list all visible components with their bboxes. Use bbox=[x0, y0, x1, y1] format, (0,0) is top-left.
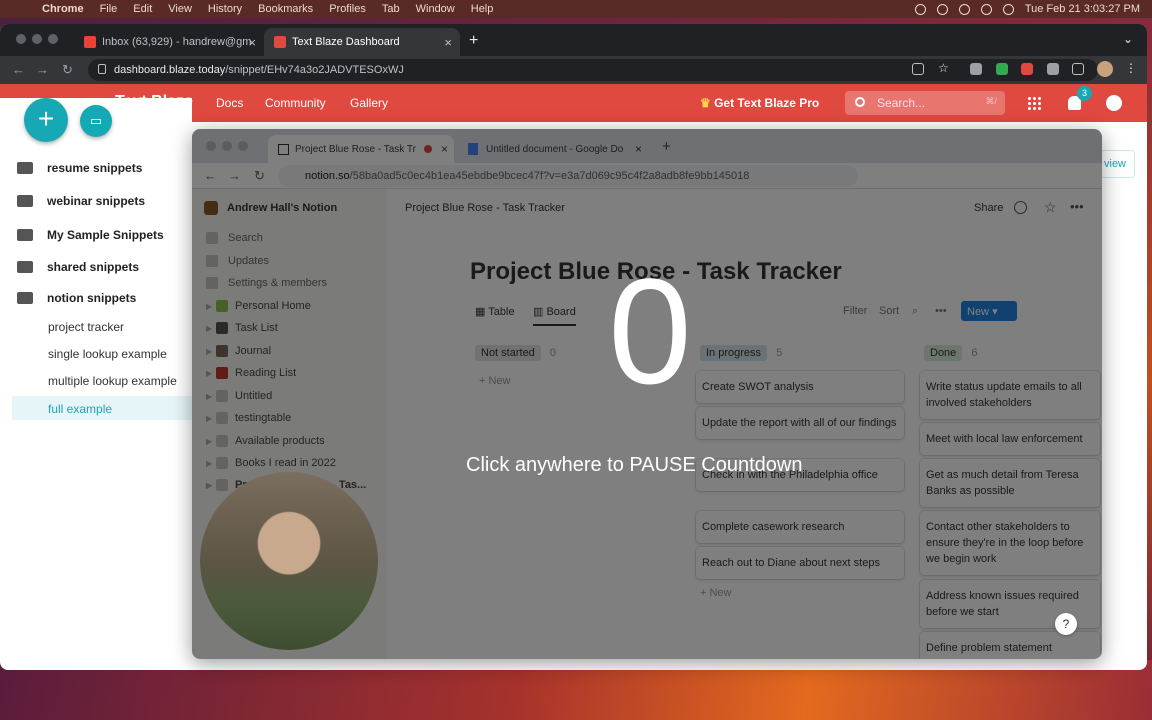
url-host: dashboard.blaze.today bbox=[114, 64, 226, 76]
puzzle-icon[interactable] bbox=[1047, 63, 1059, 75]
folder-icon bbox=[17, 229, 33, 241]
view-button[interactable]: view bbox=[1100, 150, 1135, 178]
folder-resume-snippets[interactable]: resume snippets bbox=[17, 158, 142, 178]
tab-gmail[interactable]: Inbox (63,929) - handrew@gm × bbox=[74, 28, 264, 56]
shared-folder-icon bbox=[17, 261, 33, 273]
close-tab-icon[interactable]: × bbox=[444, 35, 452, 50]
forward-icon[interactable]: → bbox=[36, 62, 49, 77]
zoom-window-icon[interactable] bbox=[48, 34, 58, 44]
text-blaze-icon bbox=[274, 36, 286, 48]
snippet-single-lookup[interactable]: single lookup example bbox=[48, 347, 167, 361]
menubar-clock[interactable]: Tue Feb 21 3:03:27 PM bbox=[1025, 3, 1140, 15]
profile-avatar[interactable] bbox=[1097, 61, 1113, 77]
back-icon[interactable]: ← bbox=[12, 62, 25, 77]
snippet-project-tracker[interactable]: project tracker bbox=[48, 320, 124, 334]
status-icon[interactable] bbox=[936, 3, 948, 15]
folder-label: shared snippets bbox=[47, 260, 140, 274]
tab-text-blaze[interactable]: Text Blaze Dashboard × bbox=[264, 28, 460, 56]
menu-help[interactable]: Help bbox=[471, 3, 494, 15]
folder-label: resume snippets bbox=[47, 161, 143, 175]
menu-file[interactable]: File bbox=[100, 3, 118, 15]
search-icon[interactable] bbox=[1002, 3, 1014, 15]
folder-icon bbox=[17, 292, 33, 304]
search-input[interactable]: Search... ⌘/ bbox=[845, 91, 1005, 115]
snippet-sidebar: resume snippets webinar snippets My Samp… bbox=[0, 98, 192, 646]
extension-icon[interactable] bbox=[996, 63, 1008, 75]
folder-label: webinar snippets bbox=[47, 194, 146, 208]
folder-icon bbox=[17, 162, 33, 174]
folder-notion-snippets[interactable]: notion snippets bbox=[17, 288, 136, 308]
nav-community[interactable]: Community bbox=[265, 96, 326, 110]
folder-webinar-snippets[interactable]: webinar snippets bbox=[17, 191, 145, 211]
search-icon bbox=[855, 97, 865, 107]
get-pro-button[interactable]: ♛ Get Text Blaze Pro bbox=[700, 96, 819, 110]
menu-window[interactable]: Window bbox=[416, 3, 455, 15]
status-icon[interactable] bbox=[914, 3, 926, 15]
snippet-full-example[interactable]: full example bbox=[12, 396, 192, 420]
menu-app-name[interactable]: Chrome bbox=[42, 3, 84, 15]
tab-label: Inbox (63,929) - handrew@gm bbox=[102, 36, 252, 48]
star-icon[interactable]: ☆ bbox=[938, 61, 950, 75]
nav-gallery[interactable]: Gallery bbox=[350, 96, 388, 110]
snippet-multiple-lookup[interactable]: multiple lookup example bbox=[48, 374, 177, 388]
menu-bookmarks[interactable]: Bookmarks bbox=[258, 3, 313, 15]
notification-badge: 3 bbox=[1077, 86, 1092, 101]
more-icon[interactable]: ⋮ bbox=[1125, 61, 1137, 75]
nav-docs[interactable]: Docs bbox=[216, 96, 243, 110]
folder-shared-snippets[interactable]: shared snippets bbox=[17, 257, 139, 277]
close-window-icon[interactable] bbox=[16, 34, 26, 44]
new-tab-icon[interactable]: + bbox=[469, 32, 478, 50]
chevron-down-icon[interactable]: ⌄ bbox=[1123, 32, 1133, 46]
folder-icon bbox=[17, 195, 33, 207]
tab-label: Text Blaze Dashboard bbox=[292, 36, 400, 48]
status-icon[interactable] bbox=[958, 3, 970, 15]
tab-strip: Inbox (63,929) - handrew@gm × Text Blaze… bbox=[0, 24, 1147, 56]
address-bar-row: ← → ↻ dashboard.blaze.today/snippet/EHv7… bbox=[0, 56, 1147, 84]
minimize-window-icon[interactable] bbox=[32, 34, 42, 44]
crown-icon: ♛ bbox=[700, 96, 715, 110]
menu-tab[interactable]: Tab bbox=[382, 3, 400, 15]
help-button[interactable]: ? bbox=[1055, 613, 1077, 635]
get-pro-label: Get Text Blaze Pro bbox=[714, 96, 820, 110]
text-blaze-extension-icon[interactable] bbox=[1021, 63, 1033, 75]
pause-countdown-message[interactable]: Click anywhere to PAUSE Countdown bbox=[466, 454, 802, 477]
wifi-icon[interactable] bbox=[980, 3, 992, 15]
menu-view[interactable]: View bbox=[168, 3, 192, 15]
menu-history[interactable]: History bbox=[208, 3, 242, 15]
menu-edit[interactable]: Edit bbox=[133, 3, 152, 15]
mac-menubar: Chrome File Edit View History Bookmarks … bbox=[0, 0, 1152, 18]
url-path: /snippet/EHv74a3o2JADVTESOxWJ bbox=[225, 64, 404, 76]
add-folder-button[interactable]: ▭ bbox=[80, 105, 112, 137]
folder-label: notion snippets bbox=[47, 291, 137, 305]
share-icon[interactable] bbox=[912, 63, 924, 75]
reload-icon[interactable]: ↻ bbox=[62, 62, 73, 78]
apps-grid-icon[interactable] bbox=[1027, 96, 1041, 110]
add-snippet-button[interactable]: + bbox=[24, 98, 68, 142]
webcam-overlay bbox=[200, 472, 378, 650]
account-icon[interactable] bbox=[1106, 95, 1122, 111]
folder-my-sample-snippets[interactable]: My Sample Snippets bbox=[17, 225, 164, 245]
countdown-number: 0 bbox=[608, 247, 692, 415]
search-shortcut: ⌘/ bbox=[985, 96, 997, 106]
close-tab-icon[interactable]: × bbox=[248, 35, 256, 50]
extension-icon[interactable] bbox=[970, 63, 982, 75]
menu-profiles[interactable]: Profiles bbox=[329, 3, 366, 15]
folder-label: My Sample Snippets bbox=[47, 228, 164, 242]
lock-icon bbox=[98, 64, 106, 74]
search-placeholder: Search... bbox=[877, 96, 926, 110]
sidepanel-icon[interactable] bbox=[1072, 63, 1084, 75]
gmail-icon bbox=[84, 36, 96, 48]
